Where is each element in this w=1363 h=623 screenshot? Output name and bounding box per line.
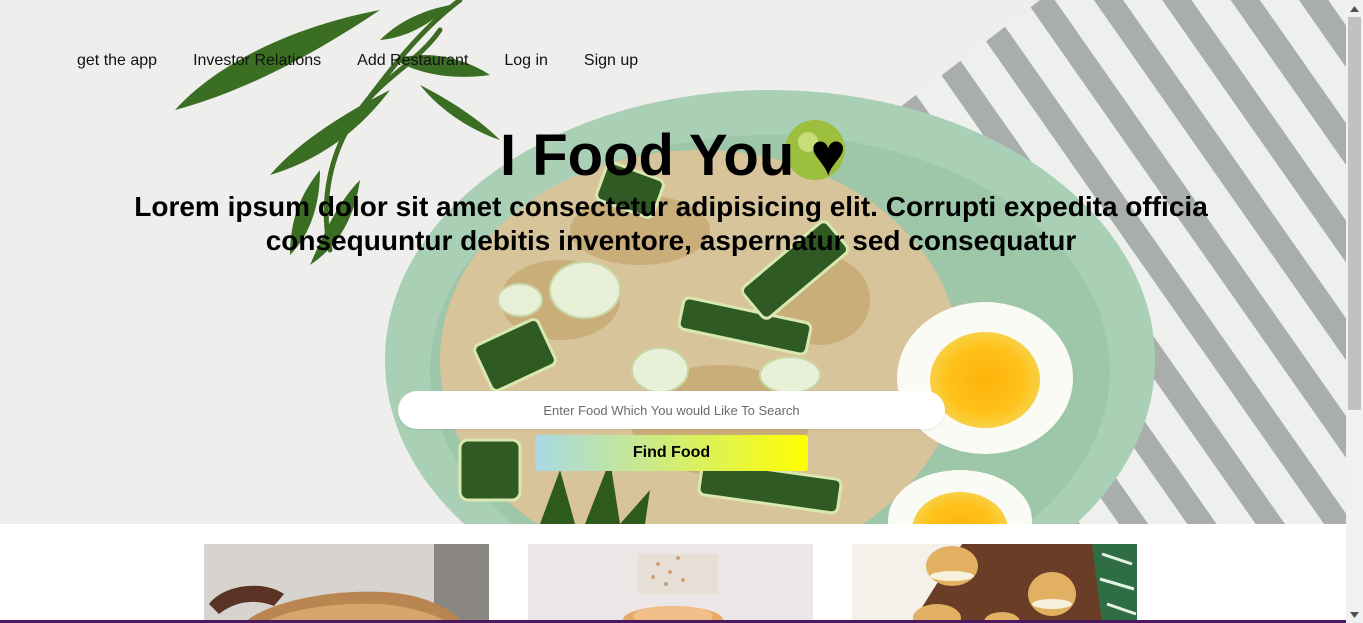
top-nav: get the app Investor Relations Add Resta… [77, 51, 674, 70]
nav-investor-relations[interactable]: Investor Relations [193, 51, 321, 70]
scroll-down-arrow-icon[interactable] [1346, 606, 1363, 623]
bread-photo [204, 544, 489, 623]
heart-icon: ♥ [810, 121, 846, 188]
food-cards [0, 544, 1346, 623]
scroll-up-arrow-icon[interactable] [1346, 0, 1363, 17]
hero-section: get the app Investor Relations Add Resta… [0, 0, 1346, 524]
scrollbar-thumb[interactable] [1348, 17, 1361, 410]
vertical-scrollbar[interactable] [1346, 0, 1363, 623]
food-card-flour[interactable] [528, 544, 813, 623]
hero-subtitle: Lorem ipsum dolor sit amet consectetur a… [134, 191, 1208, 256]
nav-get-the-app[interactable]: get the app [77, 51, 157, 70]
cream-puffs-photo [852, 544, 1137, 623]
food-card-bread[interactable] [204, 544, 489, 623]
search-input[interactable] [398, 391, 945, 429]
hero-title: I Food You ♥ [0, 122, 1346, 189]
food-card-cream-puffs[interactable] [852, 544, 1137, 623]
hero-title-text: I Food You [500, 123, 795, 188]
page: get the app Investor Relations Add Resta… [0, 0, 1346, 623]
flour-photo [528, 544, 813, 623]
nav-add-restaurant[interactable]: Add Restaurant [357, 51, 468, 70]
nav-log-in[interactable]: Log in [504, 51, 548, 70]
find-food-button[interactable]: Find Food [535, 435, 808, 471]
nav-sign-up[interactable]: Sign up [584, 51, 638, 70]
